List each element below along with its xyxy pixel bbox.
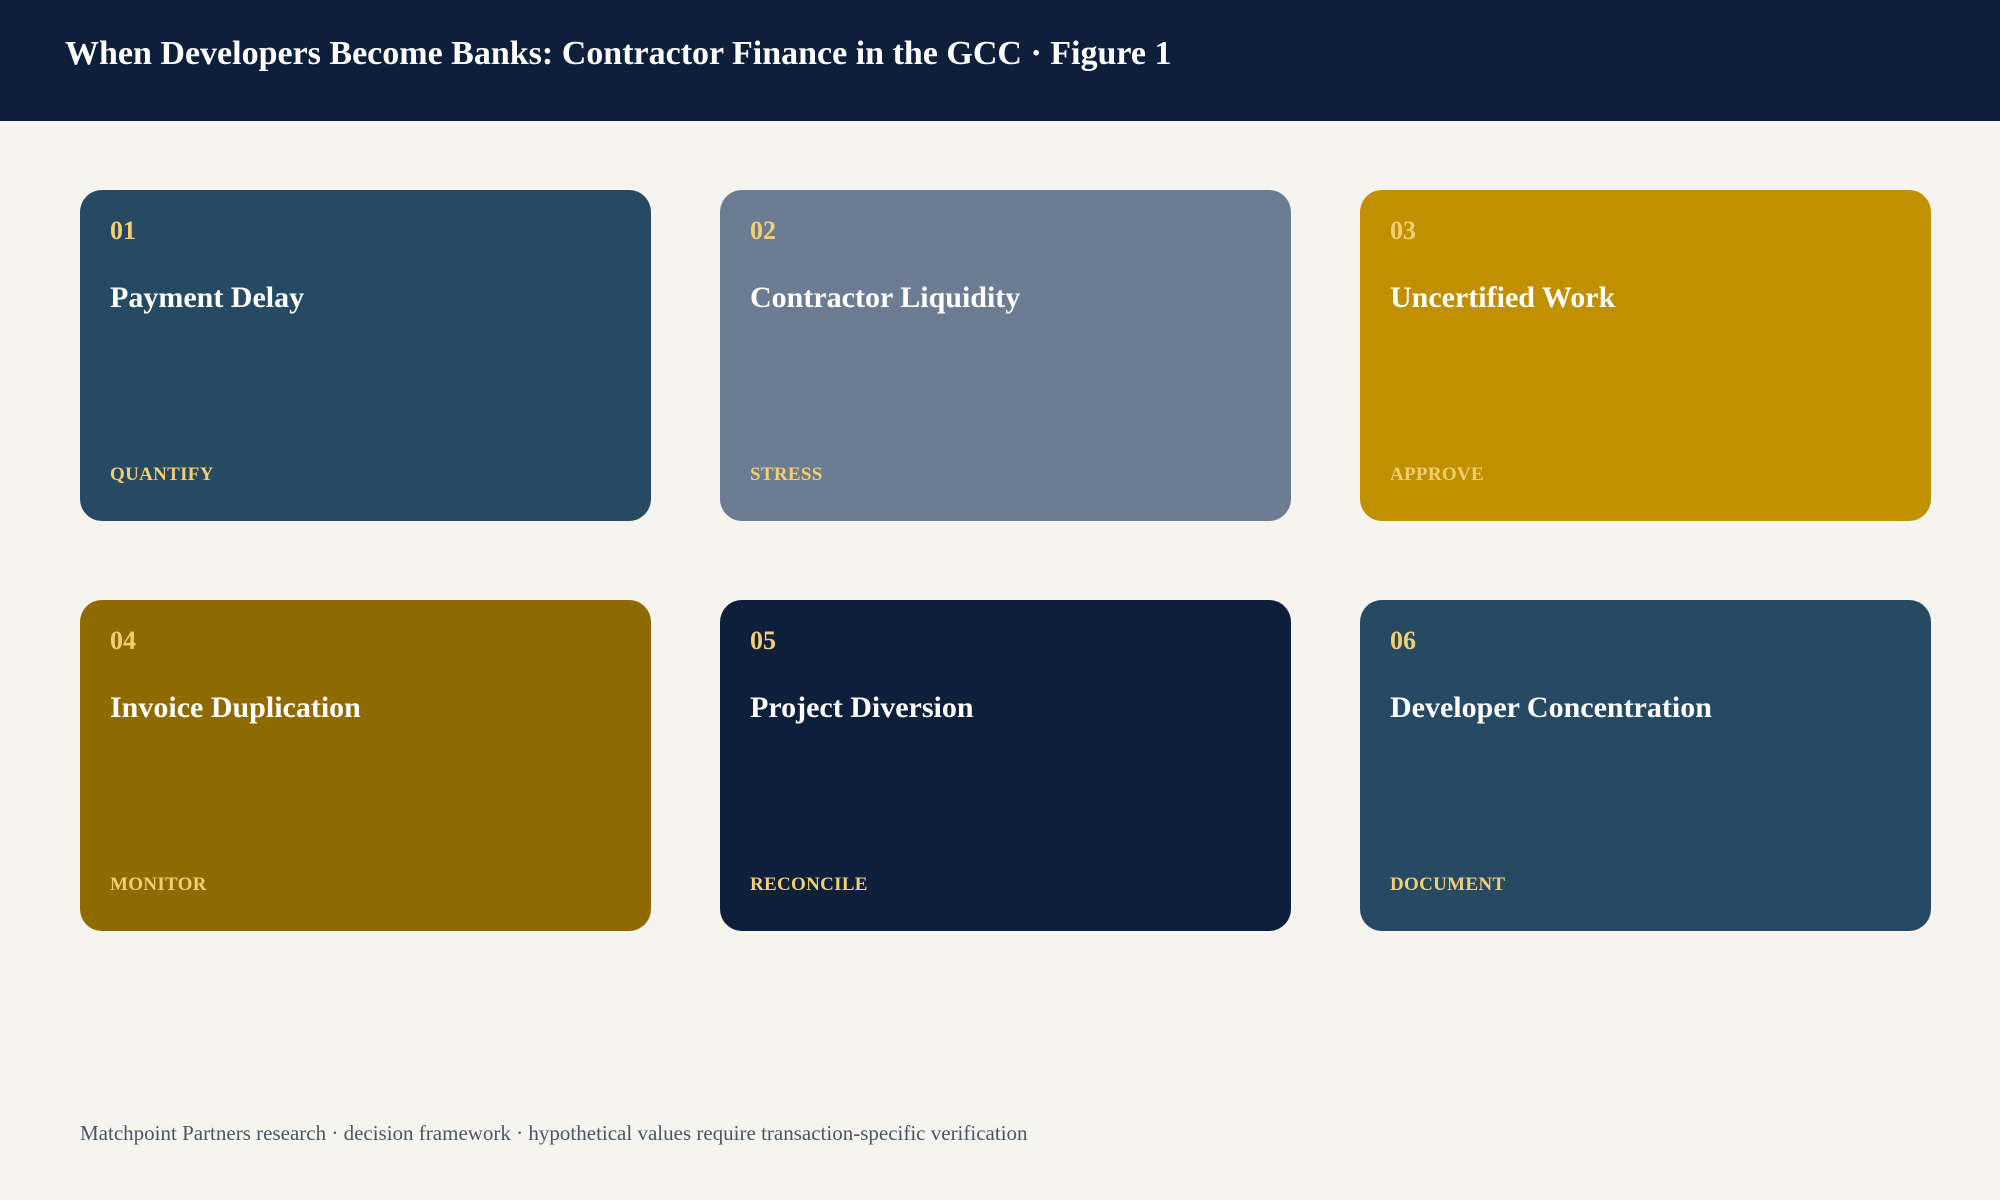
- card-invoice-duplication: 04 Invoice Duplication MONITOR: [80, 600, 651, 931]
- card-uncertified-work: 03 Uncertified Work APPROVE: [1360, 190, 1931, 521]
- card-contractor-liquidity: 02 Contractor Liquidity STRESS: [720, 190, 1291, 521]
- card-title: Project Diversion: [750, 691, 974, 724]
- card-title: Contractor Liquidity: [750, 281, 1021, 314]
- card-number: 01: [110, 216, 136, 245]
- card-payment-delay: 01 Payment Delay QUANTIFY: [80, 190, 651, 521]
- card-developer-concentration: 06 Developer Concentration DOCUMENT: [1360, 600, 1931, 931]
- header-bar: When Developers Become Banks: Contractor…: [0, 0, 2000, 121]
- card-action: QUANTIFY: [110, 464, 214, 485]
- card-title: Payment Delay: [110, 281, 305, 314]
- card-number: 03: [1390, 216, 1416, 245]
- card-action: MONITOR: [110, 874, 207, 895]
- card-action: STRESS: [750, 464, 823, 485]
- card-number: 06: [1390, 626, 1416, 655]
- card-action: DOCUMENT: [1390, 874, 1506, 895]
- card-number: 04: [110, 626, 136, 655]
- card-number: 05: [750, 626, 776, 655]
- card-project-diversion: 05 Project Diversion RECONCILE: [720, 600, 1291, 931]
- card-action: RECONCILE: [750, 874, 868, 895]
- card-action: APPROVE: [1390, 464, 1484, 485]
- page-title: When Developers Become Banks: Contractor…: [65, 35, 1172, 72]
- source-note: Matchpoint Partners research · decision …: [80, 1121, 1028, 1145]
- card-number: 02: [750, 216, 776, 245]
- card-grid: 01 Payment Delay QUANTIFY 02 Contractor …: [80, 190, 1931, 931]
- card-title: Uncertified Work: [1390, 281, 1616, 314]
- card-title: Developer Concentration: [1390, 691, 1712, 724]
- card-title: Invoice Duplication: [110, 691, 361, 724]
